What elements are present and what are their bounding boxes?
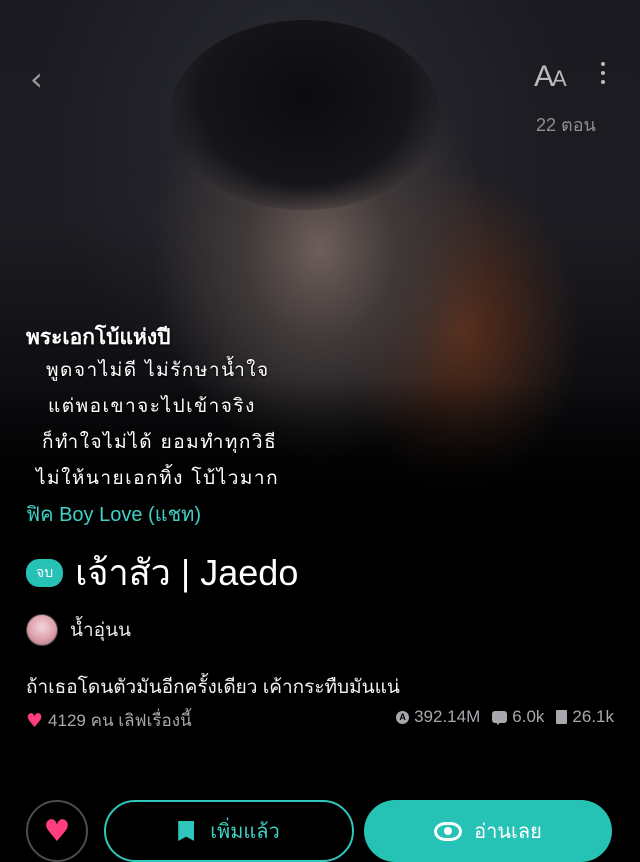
heart-icon: ♥ [26,709,44,732]
avatar[interactable] [26,614,58,646]
episode-count: 22 ตอน [536,115,596,135]
title-row: จบ เจ้าสัว | Jaedo [26,544,298,601]
action-bar: ♥ เพิ่มแล้ว อ่านเลย [0,798,640,862]
right-stats: A 392.14M 6.0k 26.1k [384,707,614,727]
comment-icon [492,711,508,725]
story-tagline: ถ้าเธอโดนตัวมันอีกครั้งเดียว เค้ากระทืบม… [26,677,400,698]
cover-caption-line: แต่พอเขาจะไปเข้าจริง [48,395,256,417]
back-button[interactable]: ‹ [30,62,54,96]
read-label: อ่านเลย [474,821,542,843]
added-to-library-button[interactable]: เพิ่มแล้ว [104,800,354,862]
status-badge: จบ [26,558,64,587]
reads-stat: 26.1k [556,707,614,727]
cover-caption-line: ไม่ให้นายเอกทิ้ง โบ้ไวมาก [36,467,280,489]
cover-caption: พระเอกโบ้แห่งปี พูดจาไม่ดี ไม่รักษาน้ำใจ… [26,322,279,496]
read-now-button[interactable]: อ่านเลย [364,800,612,862]
chevron-left-icon: ‹ [30,60,43,98]
more-dot [601,71,605,75]
views-stat: A 392.14M [396,707,480,727]
bookmark-icon [178,821,195,841]
font-size-label-big: A [534,60,554,93]
story-title: เจ้าสัว | Jaedo [75,552,299,593]
comments-stat: 6.0k [492,707,544,727]
author-row[interactable]: น้ำอุ่นน [26,614,131,646]
heart-icon: ♥ [43,814,71,849]
font-size-label-small: A [552,66,567,91]
cover-caption-line: พูดจาไม่ดี ไม่รักษาน้ำใจ [46,359,270,381]
more-vertical-icon [601,62,605,66]
added-label: เพิ่มแล้ว [210,821,280,843]
cover-caption-line: ก็ทำใจไม่ได้ ยอมทำทุกวิธี [42,431,278,453]
more-options-button[interactable] [596,62,610,92]
genre-link[interactable]: ฟิค Boy Love (แชท) [26,498,201,530]
reads-count: 26.1k [572,707,614,726]
more-dot [601,80,605,84]
views-icon: A [396,710,410,724]
font-size-button[interactable]: AA [534,60,567,96]
likes-stat: ♥ 4129 คน เลิฟเรื่องนี้ [26,707,192,734]
book-icon [556,710,568,724]
cover-caption-line: พระเอกโบ้แห่งปี [26,325,171,349]
eye-icon [434,821,463,841]
author-name[interactable]: น้ำอุ่นน [70,615,131,645]
likes-count: 4129 คน เลิฟเรื่องนี้ [48,711,192,730]
like-button[interactable]: ♥ [26,800,88,862]
cover-figure [170,20,440,210]
views-count: 392.14M [414,707,481,726]
comments-count: 6.0k [512,707,545,726]
